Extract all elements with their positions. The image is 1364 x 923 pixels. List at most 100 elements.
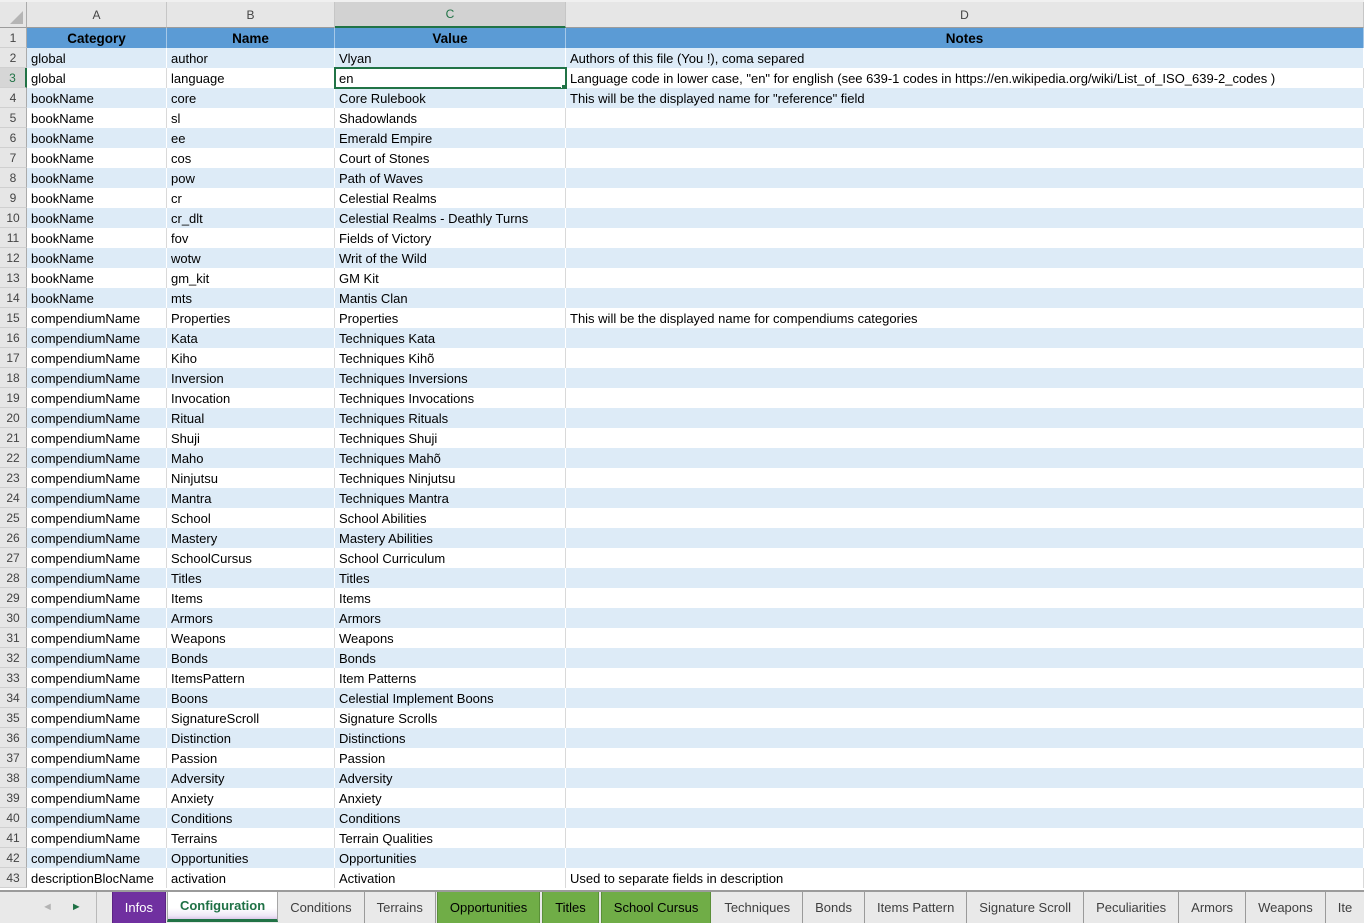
cell-A38[interactable]: compendiumName <box>27 768 167 788</box>
row-number-34[interactable]: 34 <box>0 688 27 708</box>
cell-D32[interactable] <box>566 648 1364 668</box>
cell-D20[interactable] <box>566 408 1364 428</box>
cell-D24[interactable] <box>566 488 1364 508</box>
sheet-tab-weapons[interactable]: Weapons <box>1246 892 1326 923</box>
cell-D15[interactable]: This will be the displayed name for comp… <box>566 308 1364 328</box>
cell-B41[interactable]: Terrains <box>167 828 335 848</box>
sheet-tab-titles[interactable]: Titles <box>542 892 599 923</box>
prev-sheet-icon[interactable]: ◄ <box>42 902 53 913</box>
cell-C31[interactable]: Weapons <box>335 628 566 648</box>
cell-A14[interactable]: bookName <box>27 288 167 308</box>
row-number-12[interactable]: 12 <box>0 248 27 268</box>
cell-B2[interactable]: author <box>167 48 335 68</box>
row-number-7[interactable]: 7 <box>0 148 27 168</box>
cell-D18[interactable] <box>566 368 1364 388</box>
cell-B28[interactable]: Titles <box>167 568 335 588</box>
cell-A33[interactable]: compendiumName <box>27 668 167 688</box>
cell-B35[interactable]: SignatureScroll <box>167 708 335 728</box>
cell-B20[interactable]: Ritual <box>167 408 335 428</box>
cell-B17[interactable]: Kiho <box>167 348 335 368</box>
cell-A24[interactable]: compendiumName <box>27 488 167 508</box>
cell-D25[interactable] <box>566 508 1364 528</box>
cell-D28[interactable] <box>566 568 1364 588</box>
cell-A15[interactable]: compendiumName <box>27 308 167 328</box>
sheet-tab-items-pattern[interactable]: Items Pattern <box>865 892 967 923</box>
sheet-tab-terrains[interactable]: Terrains <box>365 892 436 923</box>
cell-D17[interactable] <box>566 348 1364 368</box>
column-header-B[interactable]: B <box>167 2 335 28</box>
row-number-32[interactable]: 32 <box>0 648 27 668</box>
sheet-tab-bonds[interactable]: Bonds <box>803 892 865 923</box>
row-number-5[interactable]: 5 <box>0 108 27 128</box>
cell-C19[interactable]: Techniques Invocations <box>335 388 566 408</box>
cell-C18[interactable]: Techniques Inversions <box>335 368 566 388</box>
cell-C9[interactable]: Celestial Realms <box>335 188 566 208</box>
column-header-C[interactable]: C <box>335 2 566 28</box>
row-number-10[interactable]: 10 <box>0 208 27 228</box>
cell-B25[interactable]: School <box>167 508 335 528</box>
cell-C23[interactable]: Techniques Ninjutsu <box>335 468 566 488</box>
cell-B13[interactable]: gm_kit <box>167 268 335 288</box>
cell-A29[interactable]: compendiumName <box>27 588 167 608</box>
row-number-17[interactable]: 17 <box>0 348 27 368</box>
cell-A16[interactable]: compendiumName <box>27 328 167 348</box>
cell-B36[interactable]: Distinction <box>167 728 335 748</box>
cell-B30[interactable]: Armors <box>167 608 335 628</box>
cell-A36[interactable]: compendiumName <box>27 728 167 748</box>
cell-B5[interactable]: sl <box>167 108 335 128</box>
cell-C10[interactable]: Celestial Realms - Deathly Turns <box>335 208 566 228</box>
cell-D16[interactable] <box>566 328 1364 348</box>
cell-D30[interactable] <box>566 608 1364 628</box>
cell-A41[interactable]: compendiumName <box>27 828 167 848</box>
cell-D21[interactable] <box>566 428 1364 448</box>
table-header-cell-category[interactable]: Category <box>27 28 167 48</box>
row-number-31[interactable]: 31 <box>0 628 27 648</box>
row-number-14[interactable]: 14 <box>0 288 27 308</box>
sheet-tab-configuration[interactable]: Configuration <box>167 891 278 922</box>
cell-D12[interactable] <box>566 248 1364 268</box>
cell-A42[interactable]: compendiumName <box>27 848 167 868</box>
cell-B24[interactable]: Mantra <box>167 488 335 508</box>
cell-A37[interactable]: compendiumName <box>27 748 167 768</box>
cell-B9[interactable]: cr <box>167 188 335 208</box>
cell-A32[interactable]: compendiumName <box>27 648 167 668</box>
sheet-tab-conditions[interactable]: Conditions <box>278 892 364 923</box>
sheet-tab-techniques[interactable]: Techniques <box>712 892 803 923</box>
cell-D41[interactable] <box>566 828 1364 848</box>
row-number-39[interactable]: 39 <box>0 788 27 808</box>
row-number-43[interactable]: 43 <box>0 868 27 888</box>
row-number-33[interactable]: 33 <box>0 668 27 688</box>
cell-B37[interactable]: Passion <box>167 748 335 768</box>
cell-A34[interactable]: compendiumName <box>27 688 167 708</box>
cell-C12[interactable]: Writ of the Wild <box>335 248 566 268</box>
cell-C32[interactable]: Bonds <box>335 648 566 668</box>
row-number-25[interactable]: 25 <box>0 508 27 528</box>
cell-D7[interactable] <box>566 148 1364 168</box>
row-number-42[interactable]: 42 <box>0 848 27 868</box>
sheet-tab-opportunities[interactable]: Opportunities <box>437 892 540 923</box>
cell-A40[interactable]: compendiumName <box>27 808 167 828</box>
cell-B33[interactable]: ItemsPattern <box>167 668 335 688</box>
row-number-3[interactable]: 3 <box>0 68 27 88</box>
cell-C4[interactable]: Core Rulebook <box>335 88 566 108</box>
row-number-22[interactable]: 22 <box>0 448 27 468</box>
fill-handle[interactable] <box>561 84 566 88</box>
cell-C17[interactable]: Techniques Kihõ <box>335 348 566 368</box>
row-number-1[interactable]: 1 <box>0 28 27 48</box>
row-number-24[interactable]: 24 <box>0 488 27 508</box>
cell-C14[interactable]: Mantis Clan <box>335 288 566 308</box>
cell-D8[interactable] <box>566 168 1364 188</box>
cell-B18[interactable]: Inversion <box>167 368 335 388</box>
cell-A13[interactable]: bookName <box>27 268 167 288</box>
select-all-button[interactable] <box>0 2 27 28</box>
row-number-41[interactable]: 41 <box>0 828 27 848</box>
cell-C33[interactable]: Item Patterns <box>335 668 566 688</box>
cell-C25[interactable]: School Abilities <box>335 508 566 528</box>
cell-B43[interactable]: activation <box>167 868 335 888</box>
column-header-A[interactable]: A <box>27 2 167 28</box>
cell-D37[interactable] <box>566 748 1364 768</box>
cell-A27[interactable]: compendiumName <box>27 548 167 568</box>
cell-D33[interactable] <box>566 668 1364 688</box>
sheet-tab-ite[interactable]: Ite <box>1326 892 1364 923</box>
cell-A8[interactable]: bookName <box>27 168 167 188</box>
